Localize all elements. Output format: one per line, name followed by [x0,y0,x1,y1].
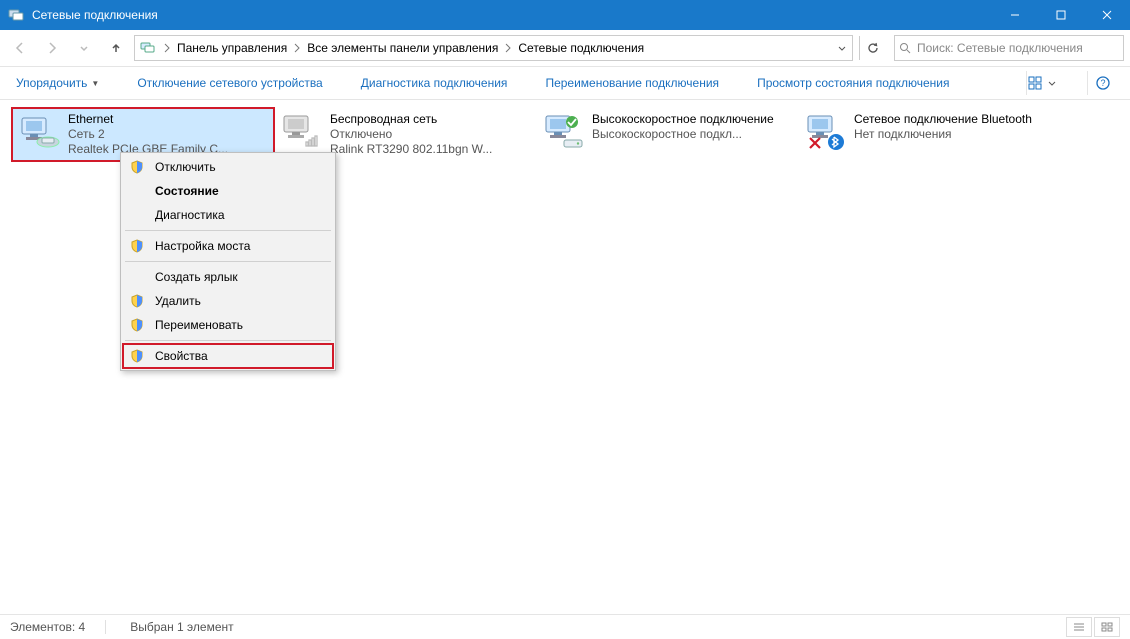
up-button[interactable] [102,34,130,62]
menu-item-delete[interactable]: Удалить [123,289,333,313]
close-button[interactable] [1084,0,1130,30]
shield-icon [127,158,147,176]
menu-item-diagnose[interactable]: Диагностика [123,203,333,227]
toolbar: Упорядочить▼ Отключение сетевого устройс… [0,67,1130,100]
chevron-right-icon[interactable] [163,43,171,53]
status-button[interactable]: Просмотр состояния подключения [753,74,953,92]
menu-item-shortcut[interactable]: Создать ярлык [123,265,333,289]
shield-icon [127,347,147,365]
connection-name: Сетевое подключение Bluetooth [854,112,1032,127]
network-adapter-icon [804,112,848,152]
context-menu: Отключить Состояние Диагностика Настройк… [120,152,336,371]
window-buttons [992,0,1130,30]
disable-device-button[interactable]: Отключение сетевого устройства [133,74,326,92]
maximize-button[interactable] [1038,0,1084,30]
connection-bluetooth[interactable]: Сетевое подключение Bluetooth Нет подклю… [798,108,1060,161]
view-options-button[interactable] [1026,71,1057,95]
menu-separator [125,261,331,262]
breadcrumb-3[interactable]: Сетевые подключения [514,36,648,60]
search-input[interactable] [915,40,1119,56]
location-icon [139,39,157,57]
svg-text:?: ? [1100,78,1105,88]
window: Сетевые подключения Панель управления Вс… [0,0,1130,639]
chevron-right-icon[interactable] [504,43,512,53]
content-area: Ethernet Сеть 2 Realtek PCIe GBE Family … [0,100,1130,614]
rename-button[interactable]: Переименование подключения [541,74,723,92]
status-selected: Выбран 1 элемент [130,620,253,634]
minimize-button[interactable] [992,0,1038,30]
recent-dropdown[interactable] [70,34,98,62]
menu-separator [125,340,331,341]
shield-icon [127,316,147,334]
address-dropdown[interactable] [832,36,852,60]
connection-device: Высокоскоростное подкл... [592,127,774,142]
network-adapter-icon [18,112,62,152]
status-count: Элементов: 4 [10,620,106,634]
view-details-button[interactable] [1066,617,1092,637]
titlebar: Сетевые подключения [0,0,1130,30]
breadcrumb-1[interactable]: Панель управления [173,36,291,60]
connection-name: Беспроводная сеть [330,112,492,127]
network-adapter-icon [542,112,586,152]
refresh-button[interactable] [859,36,886,60]
connection-device: Ralink RT3290 802.11bgn W... [330,142,492,157]
chevron-right-icon[interactable] [293,43,301,53]
window-title: Сетевые подключения [32,8,992,22]
connection-status: Сеть 2 [68,127,228,142]
menu-item-status[interactable]: Состояние [123,179,333,203]
connection-name: Ethernet [68,112,228,127]
status-bar: Элементов: 4 Выбран 1 элемент [0,614,1130,639]
forward-button[interactable] [38,34,66,62]
address-bar: Панель управления Все элементы панели уп… [0,30,1130,67]
breadcrumb-2[interactable]: Все элементы панели управления [303,36,502,60]
help-button[interactable]: ? [1087,71,1118,95]
diagnose-button[interactable]: Диагностика подключения [357,74,512,92]
connection-device: Нет подключения [854,127,1032,142]
menu-item-bridge[interactable]: Настройка моста [123,234,333,258]
network-adapter-icon [280,112,324,152]
back-button[interactable] [6,34,34,62]
connection-highspeed[interactable]: Высокоскоростное подключение Высокоскоро… [536,108,798,161]
connection-status: Отключено [330,127,492,142]
address-box[interactable]: Панель управления Все элементы панели уп… [134,35,853,61]
search-icon [899,42,911,54]
connection-name: Высокоскоростное подключение [592,112,774,127]
menu-item-properties[interactable]: Свойства [123,344,333,368]
shield-icon [127,237,147,255]
shield-icon [127,292,147,310]
app-icon [8,7,24,23]
menu-item-rename[interactable]: Переименовать [123,313,333,337]
organize-button[interactable]: Упорядочить▼ [12,74,103,92]
menu-separator [125,230,331,231]
view-large-button[interactable] [1094,617,1120,637]
menu-item-disable[interactable]: Отключить [123,155,333,179]
search-box[interactable] [894,35,1124,61]
